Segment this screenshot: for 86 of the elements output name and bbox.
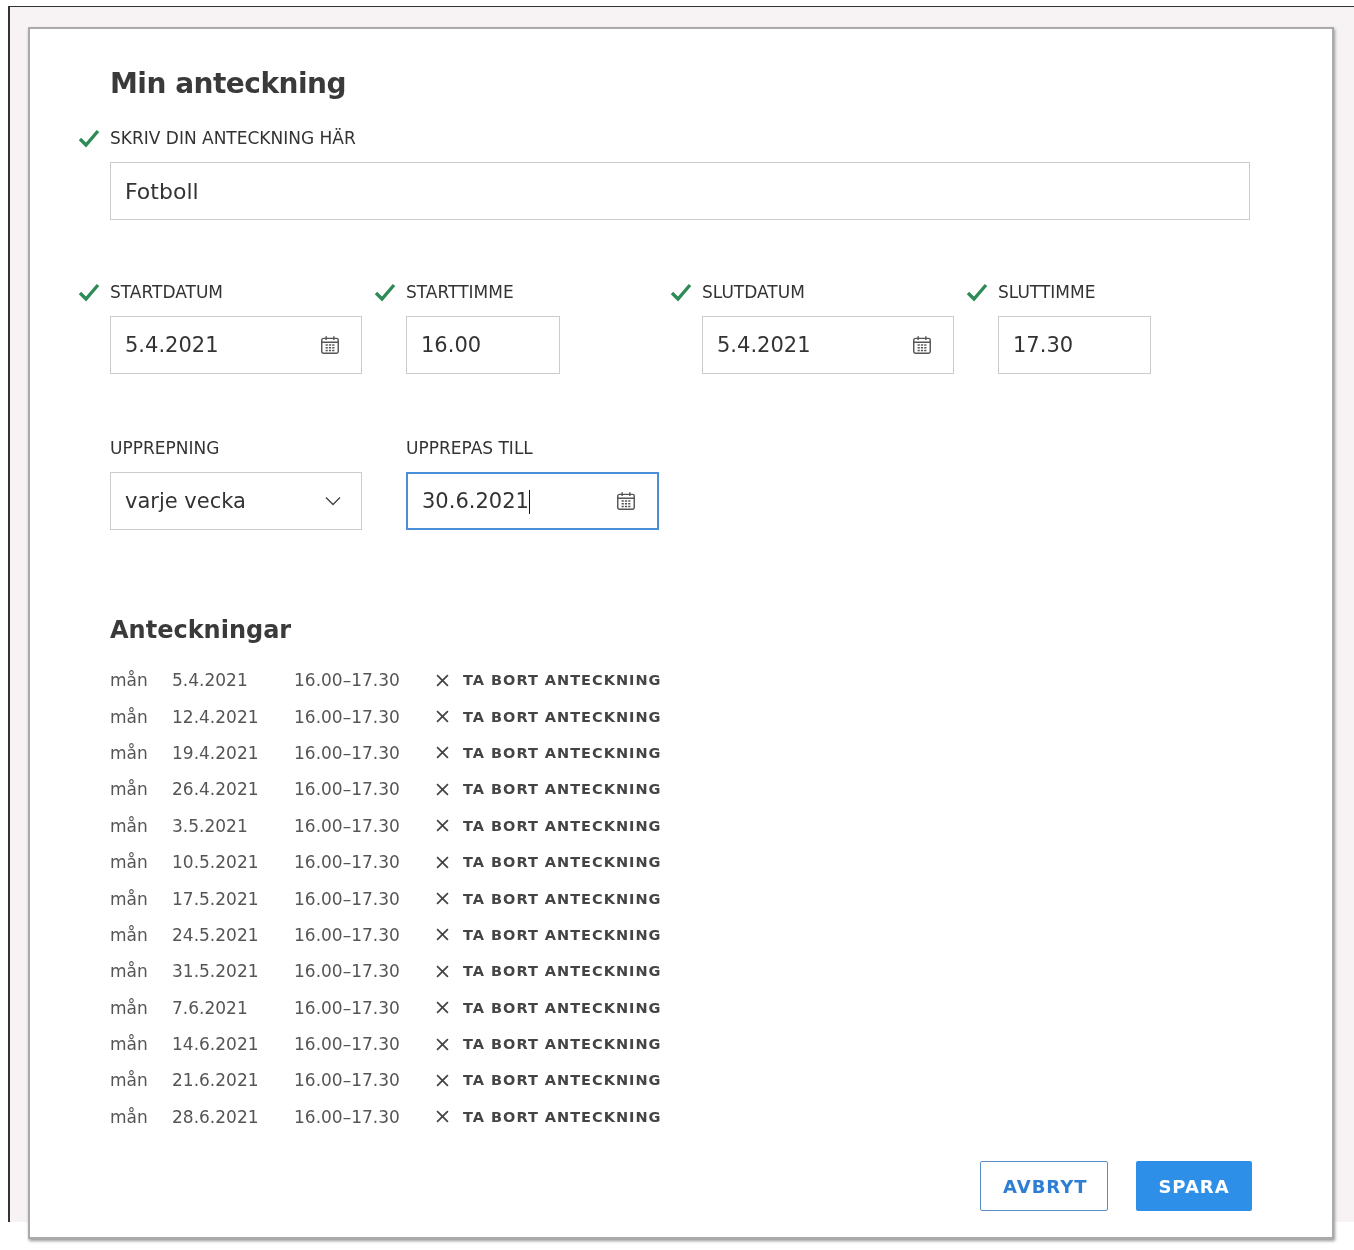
- date-text: 5.4.2021: [172, 670, 249, 691]
- input-field[interactable]: 16.00: [406, 316, 560, 374]
- time-range-text: 16.00–17.30: [294, 742, 401, 763]
- time-range-text: 16.00–17.30: [294, 852, 401, 873]
- close-icon[interactable]: [436, 964, 449, 978]
- calendar-icon[interactable]: [911, 334, 933, 356]
- field-label: SKRIV DIN ANTECKNING HÄR: [110, 128, 356, 148]
- date-text: 17.5.2021: [172, 888, 260, 909]
- delete-note-button[interactable]: TA BORT ANTECKNING: [436, 926, 662, 943]
- date-text: 31.5.2021: [172, 961, 260, 982]
- field-label: UPPREPAS TILL: [406, 438, 533, 458]
- date-text: 21.6.2021: [172, 1070, 260, 1091]
- delete-note-button[interactable]: TA BORT ANTECKNING: [436, 817, 662, 834]
- date-text: 26.4.2021: [172, 779, 260, 800]
- close-icon[interactable]: [436, 1001, 449, 1015]
- section-heading: Anteckningar: [110, 616, 293, 644]
- delete-note-button[interactable]: TA BORT ANTECKNING: [436, 1036, 662, 1053]
- close-icon[interactable]: [436, 710, 449, 724]
- delete-note-button[interactable]: TA BORT ANTECKNING: [436, 781, 662, 798]
- delete-note-button[interactable]: TA BORT ANTECKNING: [436, 999, 662, 1016]
- delete-note-button[interactable]: TA BORT ANTECKNING: [436, 1072, 662, 1089]
- close-icon[interactable]: [436, 746, 449, 760]
- delete-note-button[interactable]: TA BORT ANTECKNING: [436, 890, 662, 907]
- weekday-text: mån: [110, 1106, 149, 1127]
- time-range-text: 16.00–17.30: [294, 961, 401, 982]
- close-icon[interactable]: [436, 1037, 449, 1051]
- weekday-text: mån: [110, 706, 149, 727]
- delete-note-button[interactable]: TA BORT ANTECKNING: [436, 672, 662, 689]
- date-text: 24.5.2021: [172, 924, 260, 945]
- weekday-text: mån: [110, 924, 149, 945]
- field-label: SLUTDATUM: [702, 282, 805, 302]
- dropdown[interactable]: varje vecka: [110, 472, 362, 530]
- close-icon[interactable]: [436, 928, 449, 942]
- date-text: 12.4.2021: [172, 706, 260, 727]
- delete-note-button[interactable]: TA BORT ANTECKNING: [436, 1108, 662, 1125]
- note-input[interactable]: Fotboll: [110, 162, 1250, 220]
- date-text: 10.5.2021: [172, 852, 260, 873]
- close-icon[interactable]: [436, 1110, 449, 1124]
- close-icon[interactable]: [436, 892, 449, 906]
- delete-note-button[interactable]: TA BORT ANTECKNING: [436, 744, 662, 761]
- date-text: 19.4.2021: [172, 742, 260, 763]
- time-range-text: 16.00–17.30: [294, 1070, 401, 1091]
- weekday-text: mån: [110, 815, 149, 836]
- date-text: 3.5.2021: [172, 815, 249, 836]
- delete-note-button[interactable]: TA BORT ANTECKNING: [436, 708, 662, 725]
- time-range-text: 16.00–17.30: [294, 888, 401, 909]
- date-text: 14.6.2021: [172, 1034, 260, 1055]
- date-text: 28.6.2021: [172, 1106, 260, 1127]
- weekday-text: mån: [110, 1034, 149, 1055]
- close-icon[interactable]: [436, 782, 449, 796]
- calendar-icon[interactable]: [615, 490, 637, 512]
- date-field[interactable]: 5.4.2021: [702, 316, 954, 374]
- time-range-text: 16.00–17.30: [294, 1034, 401, 1055]
- weekday-text: mån: [110, 888, 149, 909]
- time-range-text: 16.00–17.30: [294, 670, 401, 691]
- weekday-text: mån: [110, 779, 149, 800]
- weekday-text: mån: [110, 997, 149, 1018]
- time-range-text: 16.00–17.30: [294, 779, 401, 800]
- close-icon[interactable]: [436, 819, 449, 833]
- input-field[interactable]: 17.30: [998, 316, 1151, 374]
- dialog-title: Min anteckning: [110, 67, 348, 100]
- field-label: UPPREPNING: [110, 438, 220, 458]
- time-range-text: 16.00–17.30: [294, 1106, 401, 1127]
- field-label: SLUTTIMME: [998, 282, 1096, 302]
- close-icon[interactable]: [436, 673, 449, 687]
- field-label: STARTTIMME: [406, 282, 514, 302]
- weekday-text: mån: [110, 670, 149, 691]
- weekday-text: mån: [110, 742, 149, 763]
- time-range-text: 16.00–17.30: [294, 924, 401, 945]
- close-icon[interactable]: [436, 855, 449, 869]
- cancel-button[interactable]: AVBRYT: [980, 1161, 1108, 1211]
- date-field[interactable]: 30.6.2021: [406, 472, 659, 530]
- time-range-text: 16.00–17.30: [294, 815, 401, 836]
- time-range-text: 16.00–17.30: [294, 997, 401, 1018]
- chevron-down-icon[interactable]: [325, 496, 341, 506]
- date-field[interactable]: 5.4.2021: [110, 316, 362, 374]
- weekday-text: mån: [110, 1070, 149, 1091]
- delete-note-button[interactable]: TA BORT ANTECKNING: [436, 854, 662, 871]
- time-range-text: 16.00–17.30: [294, 706, 401, 727]
- delete-note-button[interactable]: TA BORT ANTECKNING: [436, 963, 662, 980]
- weekday-text: mån: [110, 852, 149, 873]
- close-icon[interactable]: [436, 1074, 449, 1087]
- weekday-text: mån: [110, 961, 149, 982]
- field-label: STARTDATUM: [110, 282, 224, 302]
- calendar-icon[interactable]: [319, 334, 341, 356]
- date-text: 7.6.2021: [172, 997, 249, 1018]
